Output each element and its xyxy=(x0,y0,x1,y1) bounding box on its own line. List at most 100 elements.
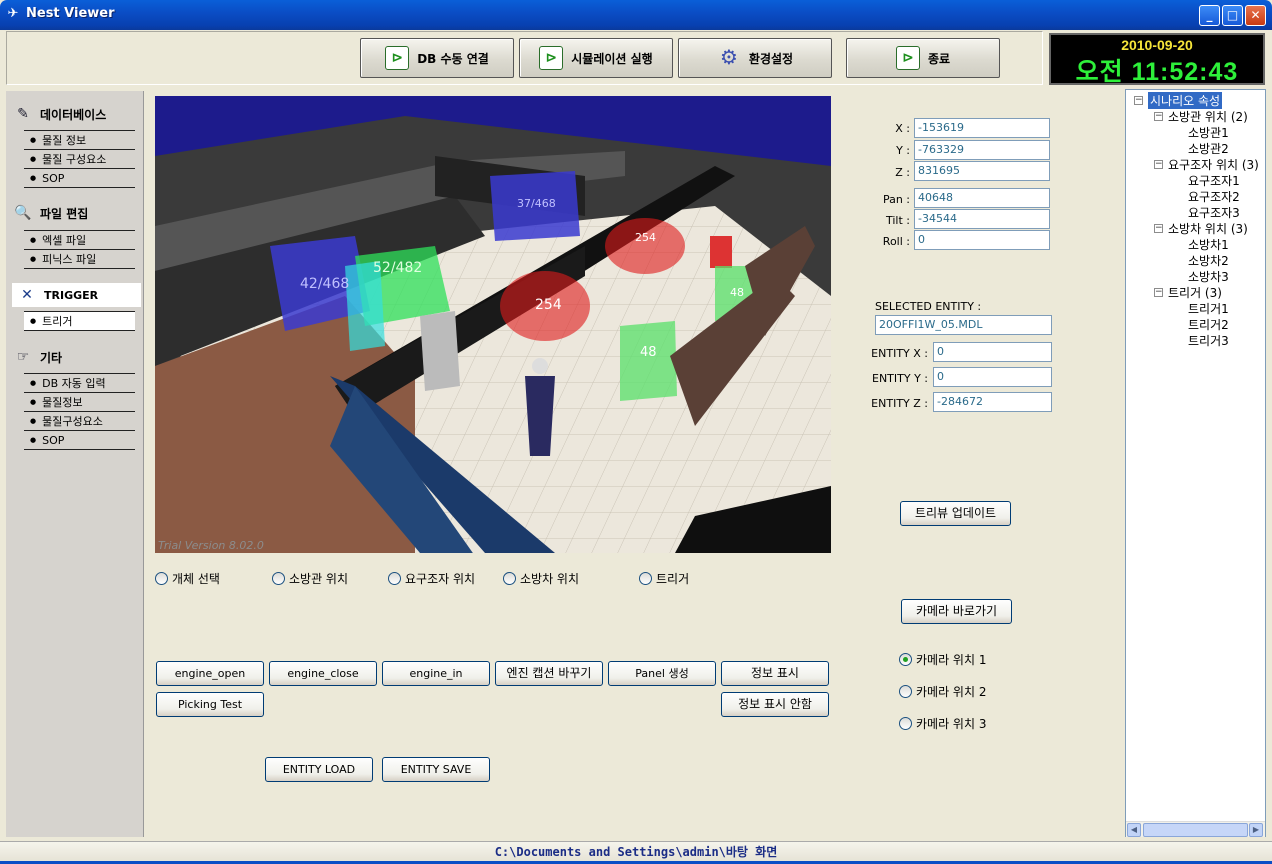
sidebar-item-material-components[interactable]: 물질 구성요소 xyxy=(24,149,135,168)
sidebar-item-trigger[interactable]: 트리거 xyxy=(24,311,135,330)
tree-leaf[interactable]: 소방관1 xyxy=(1188,124,1229,141)
z-field[interactable]: 831695 xyxy=(914,161,1050,181)
info-hide-button[interactable]: 정보 표시 안함 xyxy=(721,692,829,717)
radio-trigger[interactable]: 트리거 xyxy=(639,570,689,587)
radio-circle[interactable] xyxy=(899,717,912,730)
3d-viewport[interactable]: 42/468 52/482 37/468 254 254 48 48 Trial… xyxy=(155,96,831,553)
sidebar-item-excel-file[interactable]: 엑셀 파일 xyxy=(24,230,135,249)
pan-field[interactable]: 40648 xyxy=(914,188,1050,208)
sidebar-section-file-edit[interactable]: 🔍 파일 편집 xyxy=(14,201,88,225)
tree-group-firefighter[interactable]: 소방관 위치 (2) xyxy=(1168,108,1248,125)
radio-firetruck-position[interactable]: 소방차 위치 xyxy=(503,570,579,587)
clock-time: 오전 11:52:43 xyxy=(1075,58,1239,86)
radio-camera-2[interactable]: 카메라 위치 2 xyxy=(899,683,986,700)
radio-circle[interactable] xyxy=(388,572,401,585)
radio-circle[interactable] xyxy=(503,572,516,585)
tree-leaf[interactable]: 소방차3 xyxy=(1188,268,1229,285)
selected-entity-field[interactable]: 20OFFI1W_05.MDL xyxy=(875,315,1052,335)
radio-camera-1[interactable]: 카메라 위치 1 xyxy=(899,651,986,668)
radio-circle[interactable] xyxy=(272,572,285,585)
sidebar-item-phoenix-file[interactable]: 피닉스 파일 xyxy=(24,249,135,268)
sidebar-section-etc[interactable]: ☞ 기타 xyxy=(14,345,62,369)
radio-label: 트리거 xyxy=(656,572,690,586)
tree-leaf[interactable]: 요구조자2 xyxy=(1188,188,1240,205)
collapse-toggle[interactable]: − xyxy=(1134,96,1143,105)
tree-root[interactable]: 시나리오 속성 xyxy=(1148,92,1223,109)
collapse-toggle[interactable]: − xyxy=(1154,160,1163,169)
collapse-toggle[interactable]: − xyxy=(1154,224,1163,233)
tree-leaf[interactable]: 소방차1 xyxy=(1188,236,1229,253)
tree-leaf[interactable]: 트리거3 xyxy=(1188,332,1229,349)
y-field[interactable]: -763329 xyxy=(914,140,1050,160)
radio-circle[interactable] xyxy=(899,685,912,698)
tree-leaf[interactable]: 트리거2 xyxy=(1188,316,1229,333)
maximize-button[interactable]: □ xyxy=(1222,5,1243,26)
sidebar-item-sop[interactable]: SOP xyxy=(24,168,135,187)
pan-label: Pan : xyxy=(882,193,910,206)
tree-leaf[interactable]: 요구조자3 xyxy=(1188,204,1240,221)
exit-button[interactable]: ⊳ 종료 xyxy=(846,38,1000,78)
engine-close-button[interactable]: engine_close xyxy=(269,661,377,686)
panel-create-button[interactable]: Panel 생성 xyxy=(608,661,716,686)
sidebar-section-label: 기타 xyxy=(40,350,63,365)
viewport-label: 37/468 xyxy=(517,197,556,210)
x-logo-icon: ✕ xyxy=(21,287,33,303)
radio-camera-3[interactable]: 카메라 위치 3 xyxy=(899,715,986,732)
scroll-right-icon[interactable]: ▶ xyxy=(1249,823,1263,837)
radio-label: 소방관 위치 xyxy=(289,572,349,586)
run-simulation-button[interactable]: ⊳ 시뮬레이션 실행 xyxy=(519,38,673,78)
sidebar-section-database[interactable]: ✎ 데이터베이스 xyxy=(14,102,106,126)
tree-group-trigger[interactable]: 트리거 (3) xyxy=(1168,284,1222,301)
close-button[interactable]: ✕ xyxy=(1245,5,1266,26)
entity-z-field[interactable]: -284672 xyxy=(933,392,1052,412)
minimize-button[interactable]: _ xyxy=(1199,5,1220,26)
radio-object-select[interactable]: 개체 선택 xyxy=(155,570,220,587)
tree-update-button[interactable]: 트리뷰 업데이트 xyxy=(900,501,1011,526)
tree-group-rescuee[interactable]: 요구조자 위치 (3) xyxy=(1168,156,1259,173)
tree-leaf[interactable]: 요구조자1 xyxy=(1188,172,1240,189)
collapse-toggle[interactable]: − xyxy=(1154,288,1163,297)
info-show-button[interactable]: 정보 표시 xyxy=(721,661,829,686)
sidebar-item-material-info[interactable]: 물질 정보 xyxy=(24,130,135,149)
entity-x-field[interactable]: 0 xyxy=(933,342,1052,362)
camera-go-button[interactable]: 카메라 바로가기 xyxy=(901,599,1012,624)
viewport-label: 254 xyxy=(535,297,562,313)
3d-scene: 42/468 52/482 37/468 254 254 48 48 Trial… xyxy=(155,96,831,553)
database-icon: ✎ xyxy=(17,106,29,122)
radio-circle[interactable] xyxy=(639,572,652,585)
engine-in-button[interactable]: engine_in xyxy=(382,661,490,686)
scroll-thumb[interactable] xyxy=(1143,823,1248,837)
engine-caption-button[interactable]: 엔진 캡션 바꾸기 xyxy=(495,661,603,686)
radio-firefighter-position[interactable]: 소방관 위치 xyxy=(272,570,348,587)
tree-horizontal-scrollbar[interactable]: ◀ ▶ xyxy=(1126,821,1265,837)
viewport-label: 48 xyxy=(640,345,657,360)
arrow-icon: ⊳ xyxy=(895,46,920,70)
tree-leaf[interactable]: 소방관2 xyxy=(1188,140,1229,157)
sidebar-item-material-info-2[interactable]: 물질정보 xyxy=(24,392,135,411)
radio-rescuee-position[interactable]: 요구조자 위치 xyxy=(388,570,475,587)
picking-test-button[interactable]: Picking Test xyxy=(156,692,264,717)
tree-group-firetruck[interactable]: 소방차 위치 (3) xyxy=(1168,220,1248,237)
sidebar-item-sop-2[interactable]: SOP xyxy=(24,430,135,449)
tree-leaf[interactable]: 소방차2 xyxy=(1188,252,1229,269)
engine-open-button[interactable]: engine_open xyxy=(156,661,264,686)
scroll-left-icon[interactable]: ◀ xyxy=(1127,823,1141,837)
db-connect-button[interactable]: ⊳ DB 수동 연결 xyxy=(360,38,514,78)
scenario-tree[interactable]: − 시나리오 속성 − 소방관 위치 (2) 소방관1 소방관2 − 요구조자 … xyxy=(1125,89,1266,837)
sidebar-item-material-components-2[interactable]: 물질구성요소 xyxy=(24,411,135,430)
entity-load-button[interactable]: ENTITY LOAD xyxy=(265,757,373,782)
collapse-toggle[interactable]: − xyxy=(1154,112,1163,121)
roll-field[interactable]: 0 xyxy=(914,230,1050,250)
divider xyxy=(24,330,135,331)
settings-button[interactable]: ⚙ 환경설정 xyxy=(678,38,832,78)
radio-circle[interactable] xyxy=(899,653,912,666)
sidebar-item-db-auto-input[interactable]: DB 자동 입력 xyxy=(24,373,135,392)
tree-leaf[interactable]: 트리거1 xyxy=(1188,300,1229,317)
sidebar-section-label: 데이터베이스 xyxy=(40,107,107,122)
sidebar-section-trigger[interactable]: ✕ TRIGGER xyxy=(12,283,141,307)
entity-save-button[interactable]: ENTITY SAVE xyxy=(382,757,490,782)
radio-circle[interactable] xyxy=(155,572,168,585)
tilt-field[interactable]: -34544 xyxy=(914,209,1050,229)
entity-y-field[interactable]: 0 xyxy=(933,367,1052,387)
x-field[interactable]: -153619 xyxy=(914,118,1050,138)
